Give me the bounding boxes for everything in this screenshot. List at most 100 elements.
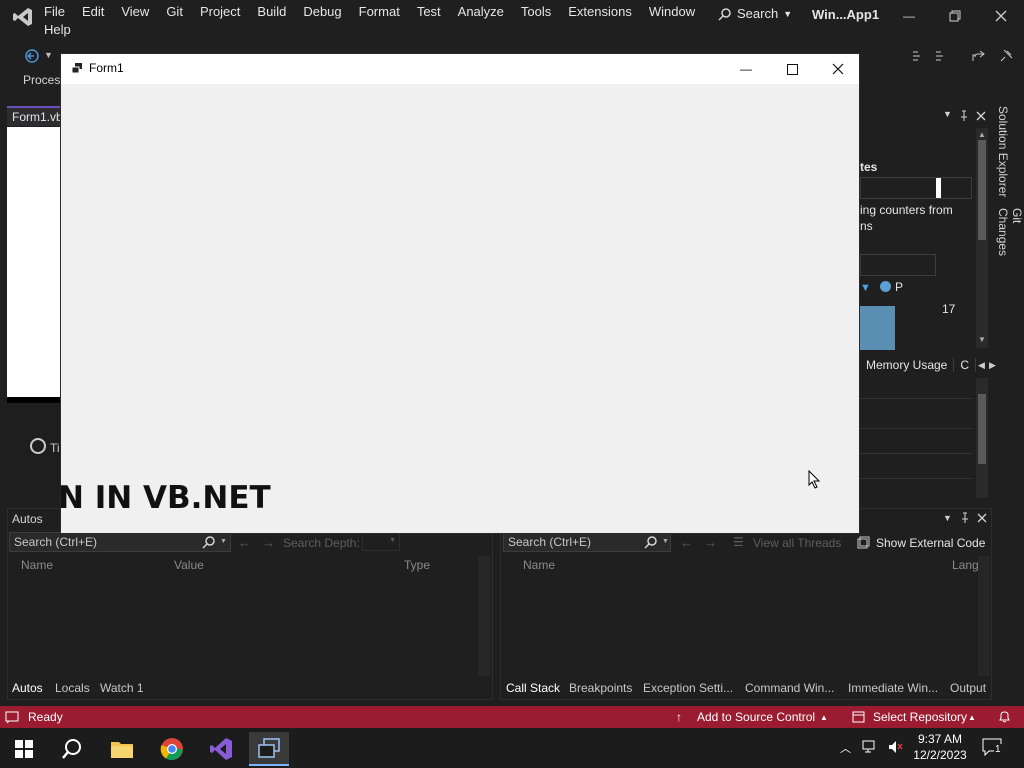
volume-muted-icon[interactable] xyxy=(888,740,904,754)
tab-scroll-right-icon[interactable]: ▶ xyxy=(987,360,998,371)
minimize-button[interactable]: — xyxy=(894,4,924,28)
form-minimize-button[interactable]: — xyxy=(723,54,769,84)
tab-immediate-window[interactable]: Immediate Win... xyxy=(848,681,938,695)
legend-dot-icon xyxy=(880,281,891,292)
tab-scroll-left-icon[interactable]: ◀ xyxy=(976,360,987,371)
search-depth-select[interactable]: ▼ xyxy=(362,533,400,551)
column-header-name[interactable]: Name xyxy=(21,558,53,572)
menu-tools[interactable]: Tools xyxy=(521,2,559,21)
chevron-down-icon: ▼ xyxy=(389,537,396,544)
add-to-source-control-button[interactable]: Add to Source Control xyxy=(697,710,815,724)
search-icon[interactable] xyxy=(202,535,216,549)
step-out-icon[interactable] xyxy=(932,48,948,64)
back-icon[interactable] xyxy=(24,48,40,64)
callstack-scrollbar[interactable] xyxy=(978,556,990,676)
tab-memory-usage[interactable]: Memory Usage xyxy=(860,358,955,372)
scrollbar-thumb[interactable] xyxy=(978,394,986,464)
forward-arrow-icon[interactable]: → xyxy=(704,535,717,550)
menu-extensions[interactable]: Extensions xyxy=(568,2,640,21)
notification-center-button[interactable]: 1 xyxy=(982,738,1006,760)
menu-analyze[interactable]: Analyze xyxy=(458,2,512,21)
tab-command-window[interactable]: Command Win... xyxy=(745,681,834,695)
taskbar-running-app[interactable] xyxy=(249,732,289,766)
scroll-up-icon[interactable]: ▲ xyxy=(978,130,986,139)
network-icon[interactable] xyxy=(862,740,878,754)
menu-view[interactable]: View xyxy=(121,2,157,21)
search-button[interactable]: Search ▼ xyxy=(718,6,792,21)
panel-dropdown-icon[interactable]: ▼ xyxy=(943,513,952,523)
menu-window[interactable]: Window xyxy=(649,2,703,21)
form1-titlebar[interactable]: Form1 — xyxy=(61,54,859,84)
share-icon[interactable] xyxy=(970,48,986,64)
taskbar-search-button[interactable] xyxy=(52,732,92,766)
diag-scrollbar[interactable] xyxy=(976,128,988,348)
restore-button[interactable] xyxy=(940,4,970,28)
events-scrollbar[interactable] xyxy=(976,378,988,498)
pin-icon[interactable] xyxy=(958,110,970,122)
counter-input[interactable] xyxy=(860,254,936,276)
taskbar-chrome[interactable] xyxy=(152,732,192,766)
chevron-up-icon[interactable]: ▲ xyxy=(820,713,828,722)
form-close-button[interactable] xyxy=(815,54,861,84)
search-icon[interactable] xyxy=(644,535,658,549)
legend-p-label: P xyxy=(895,280,904,294)
pin-icon[interactable] xyxy=(959,512,971,524)
forward-arrow-icon[interactable]: → xyxy=(262,535,275,550)
tab-breakpoints[interactable]: Breakpoints xyxy=(569,681,632,695)
notification-bell-icon[interactable] xyxy=(998,710,1011,724)
form-maximize-button[interactable] xyxy=(769,54,815,84)
column-header-value[interactable]: Value xyxy=(174,558,204,572)
close-icon[interactable] xyxy=(976,512,988,524)
tab-form1-vb[interactable]: Form1.vb xyxy=(7,106,67,126)
chevron-up-icon[interactable]: ▲ xyxy=(968,713,976,722)
output-status-icon[interactable] xyxy=(5,710,19,724)
show-external-code-button[interactable]: Show External Code xyxy=(876,536,985,550)
autos-scrollbar[interactable] xyxy=(478,556,490,676)
tab-git-changes[interactable]: Git Changes xyxy=(996,208,1024,274)
back-arrow-icon[interactable]: ← xyxy=(238,535,251,550)
maximize-icon xyxy=(786,63,798,75)
chevron-down-icon[interactable]: ▼ xyxy=(44,50,53,60)
tab-solution-explorer[interactable]: Solution Explorer xyxy=(996,106,1010,197)
tab-cpu[interactable]: C xyxy=(954,358,977,372)
taskbar-clock[interactable]: 9:37 AM 12/2/2023 xyxy=(908,731,972,763)
tab-exception-settings[interactable]: Exception Setti... xyxy=(643,681,733,695)
back-arrow-icon[interactable]: ← xyxy=(680,535,693,550)
taskbar-visual-studio[interactable] xyxy=(201,732,241,766)
menu-format[interactable]: Format xyxy=(359,2,408,21)
menu-test[interactable]: Test xyxy=(417,2,449,21)
column-header-type[interactable]: Type xyxy=(404,558,430,572)
autos-search-input[interactable]: Search (Ctrl+E) xyxy=(9,532,231,552)
menu-project[interactable]: Project xyxy=(200,2,248,21)
form1-window[interactable]: Form1 — xyxy=(60,53,860,534)
close-button[interactable] xyxy=(986,4,1016,28)
scrollbar-thumb[interactable] xyxy=(978,140,986,240)
menu-git[interactable]: Git xyxy=(166,2,191,21)
view-all-threads-button[interactable]: View all Threads xyxy=(753,536,841,550)
column-header-lang[interactable]: Lang xyxy=(952,558,979,572)
chevron-down-icon[interactable]: ▼ xyxy=(662,538,669,545)
step-icon[interactable] xyxy=(910,48,926,64)
scroll-down-icon[interactable]: ▼ xyxy=(978,335,986,344)
start-button[interactable] xyxy=(4,732,44,766)
chevron-down-icon[interactable]: ▼ xyxy=(220,538,227,545)
timer-icon[interactable] xyxy=(30,438,46,454)
menu-build[interactable]: Build xyxy=(257,2,294,21)
timer-component-label[interactable]: Ti xyxy=(50,441,60,455)
tab-locals[interactable]: Locals xyxy=(55,681,90,695)
tab-output[interactable]: Output xyxy=(950,681,986,695)
tab-autos[interactable]: Autos xyxy=(12,681,43,695)
menu-help[interactable]: Help xyxy=(44,22,71,37)
menu-edit[interactable]: Edit xyxy=(82,2,112,21)
taskbar-file-explorer[interactable] xyxy=(102,732,142,766)
panel-dropdown-icon[interactable]: ▼ xyxy=(943,109,952,119)
tab-call-stack[interactable]: Call Stack xyxy=(506,681,560,695)
chevron-up-icon[interactable]: ︿ xyxy=(840,740,851,756)
menu-debug[interactable]: Debug xyxy=(303,2,349,21)
menu-file[interactable]: File xyxy=(44,2,73,21)
close-icon[interactable] xyxy=(975,110,987,122)
tab-watch-1[interactable]: Watch 1 xyxy=(100,681,144,695)
pin-icon[interactable] xyxy=(998,48,1014,64)
select-repository-button[interactable]: Select Repository xyxy=(873,710,967,724)
column-header-name[interactable]: Name xyxy=(523,558,555,572)
